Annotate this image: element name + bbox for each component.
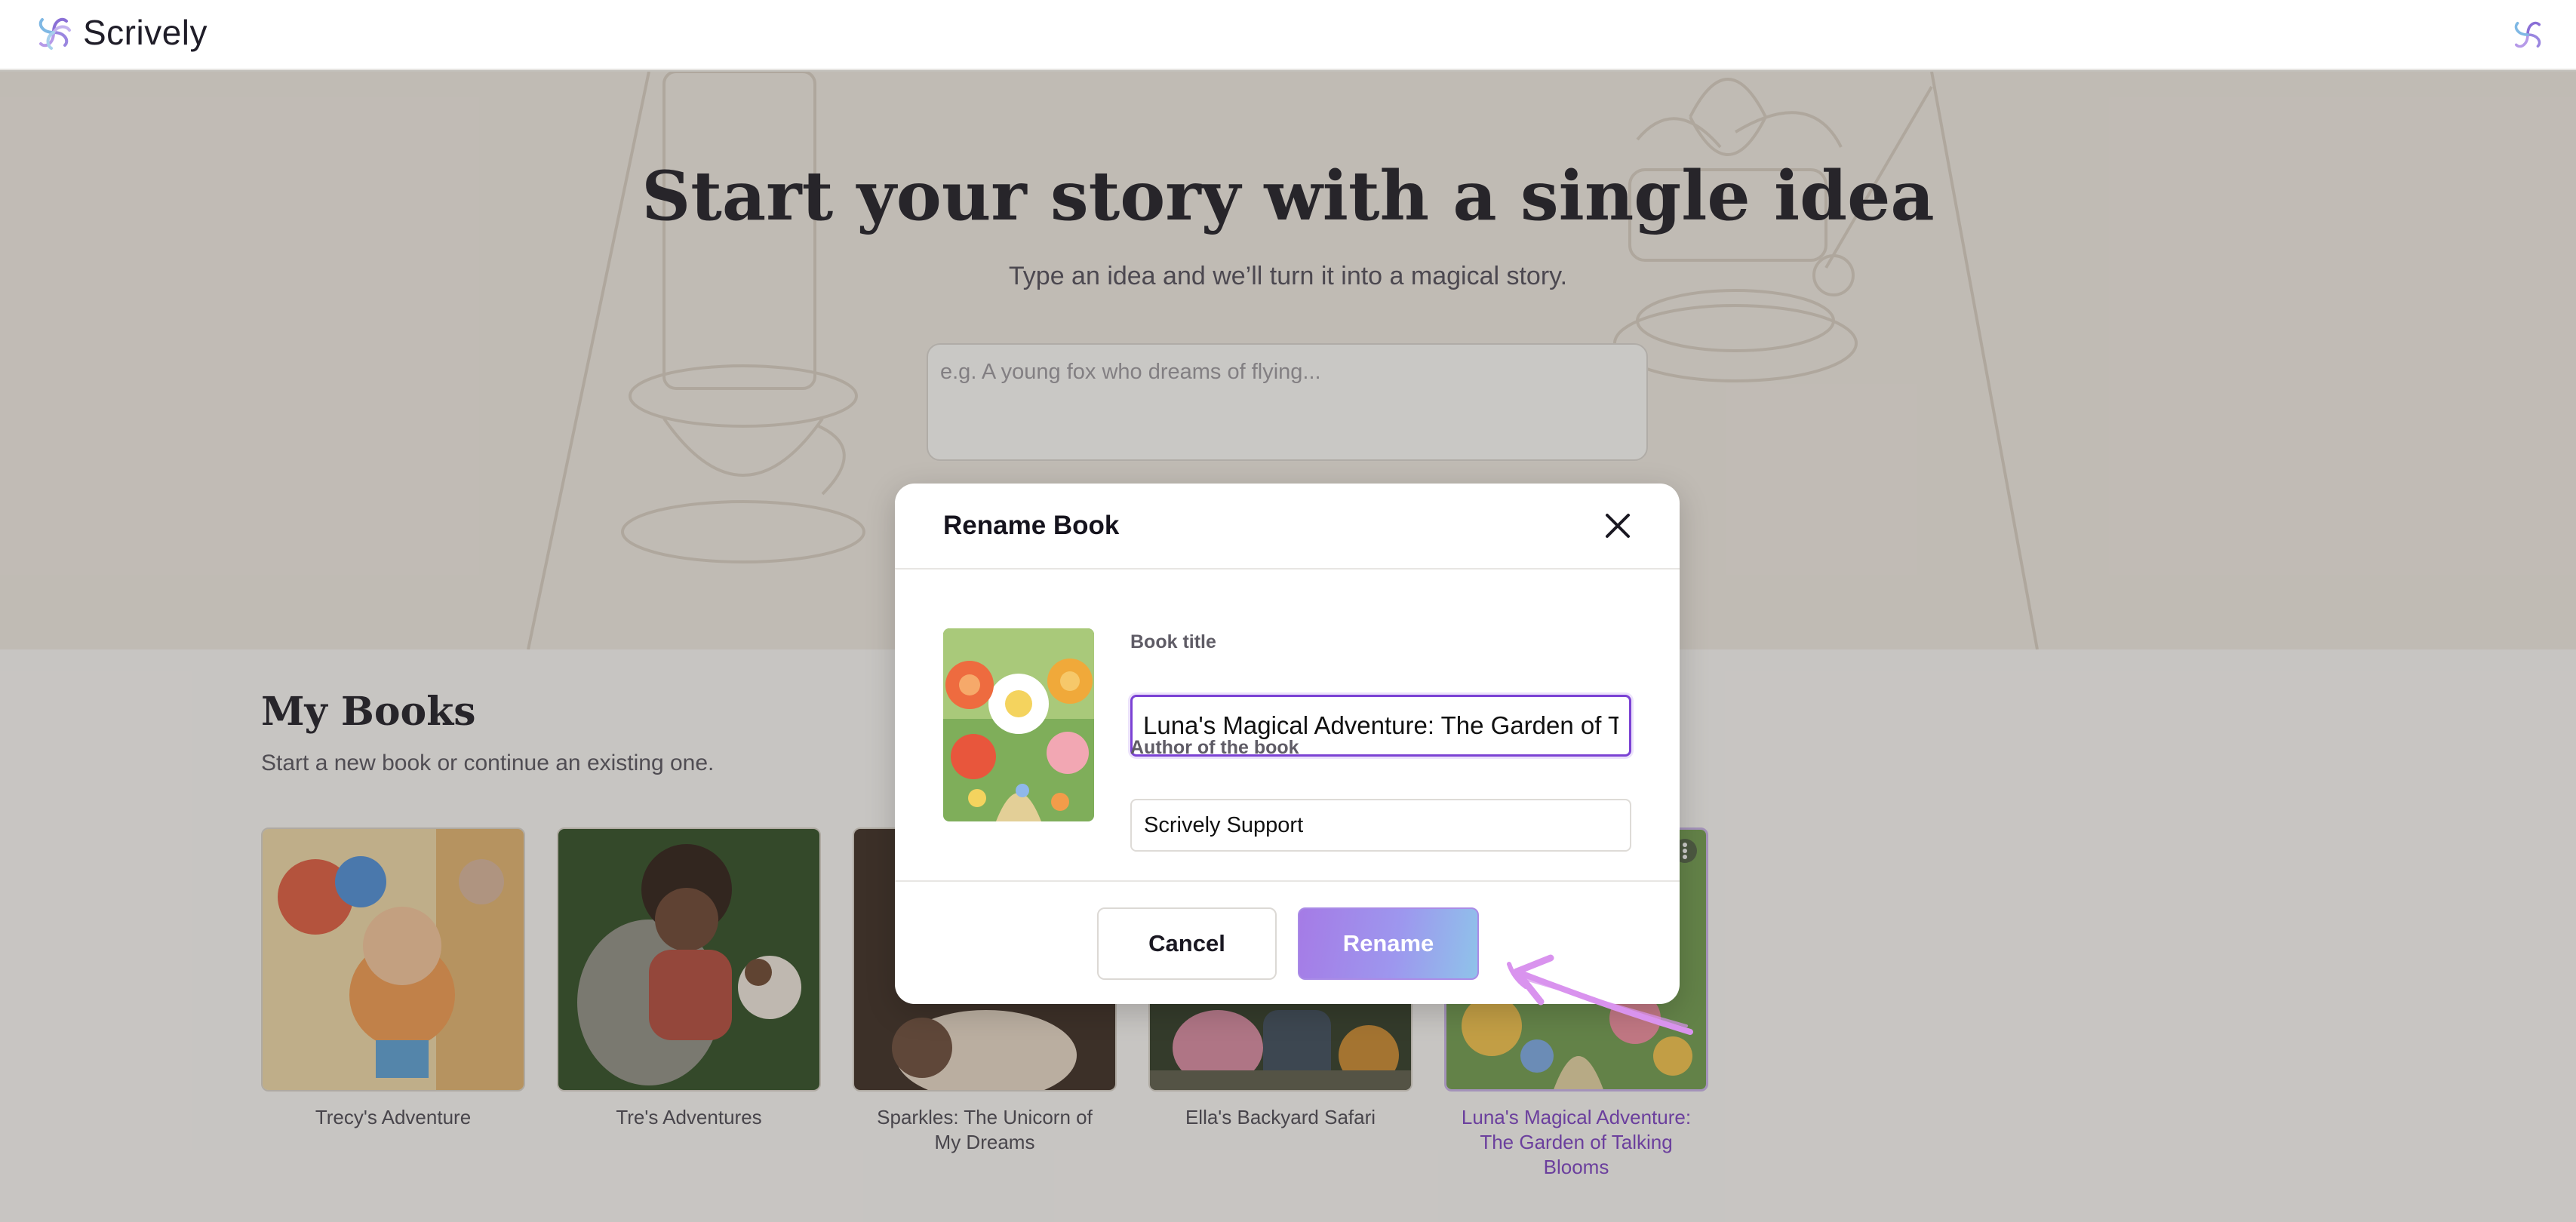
rename-button[interactable]: Rename <box>1298 907 1479 980</box>
book-title-label: Book title <box>1130 631 1216 652</box>
rename-book-dialog: Rename Book Book title Luna's Magical Ad… <box>895 484 1680 1004</box>
book-cover-illustration <box>943 628 1094 821</box>
brand[interactable]: Scrively <box>32 11 207 54</box>
dialog-title: Rename Book <box>943 511 1120 540</box>
swirl-logo-icon <box>38 17 71 50</box>
swirl-logo-icon <box>2514 21 2541 48</box>
dialog-body: Book title Author of the book <box>895 570 1680 882</box>
book-cover-thumbnail <box>943 628 1094 821</box>
annotation-arrow-icon <box>1507 954 1693 1035</box>
user-menu-button[interactable] <box>2508 15 2547 58</box>
close-button[interactable] <box>1601 509 1634 542</box>
author-label: Author of the book <box>1130 737 1299 758</box>
cancel-button[interactable]: Cancel <box>1097 907 1277 980</box>
top-bar: Scrively <box>0 0 2576 70</box>
close-icon <box>1606 514 1630 538</box>
dialog-header: Rename Book <box>895 484 1680 570</box>
brand-name: Scrively <box>83 13 208 52</box>
author-input[interactable] <box>1130 799 1631 852</box>
